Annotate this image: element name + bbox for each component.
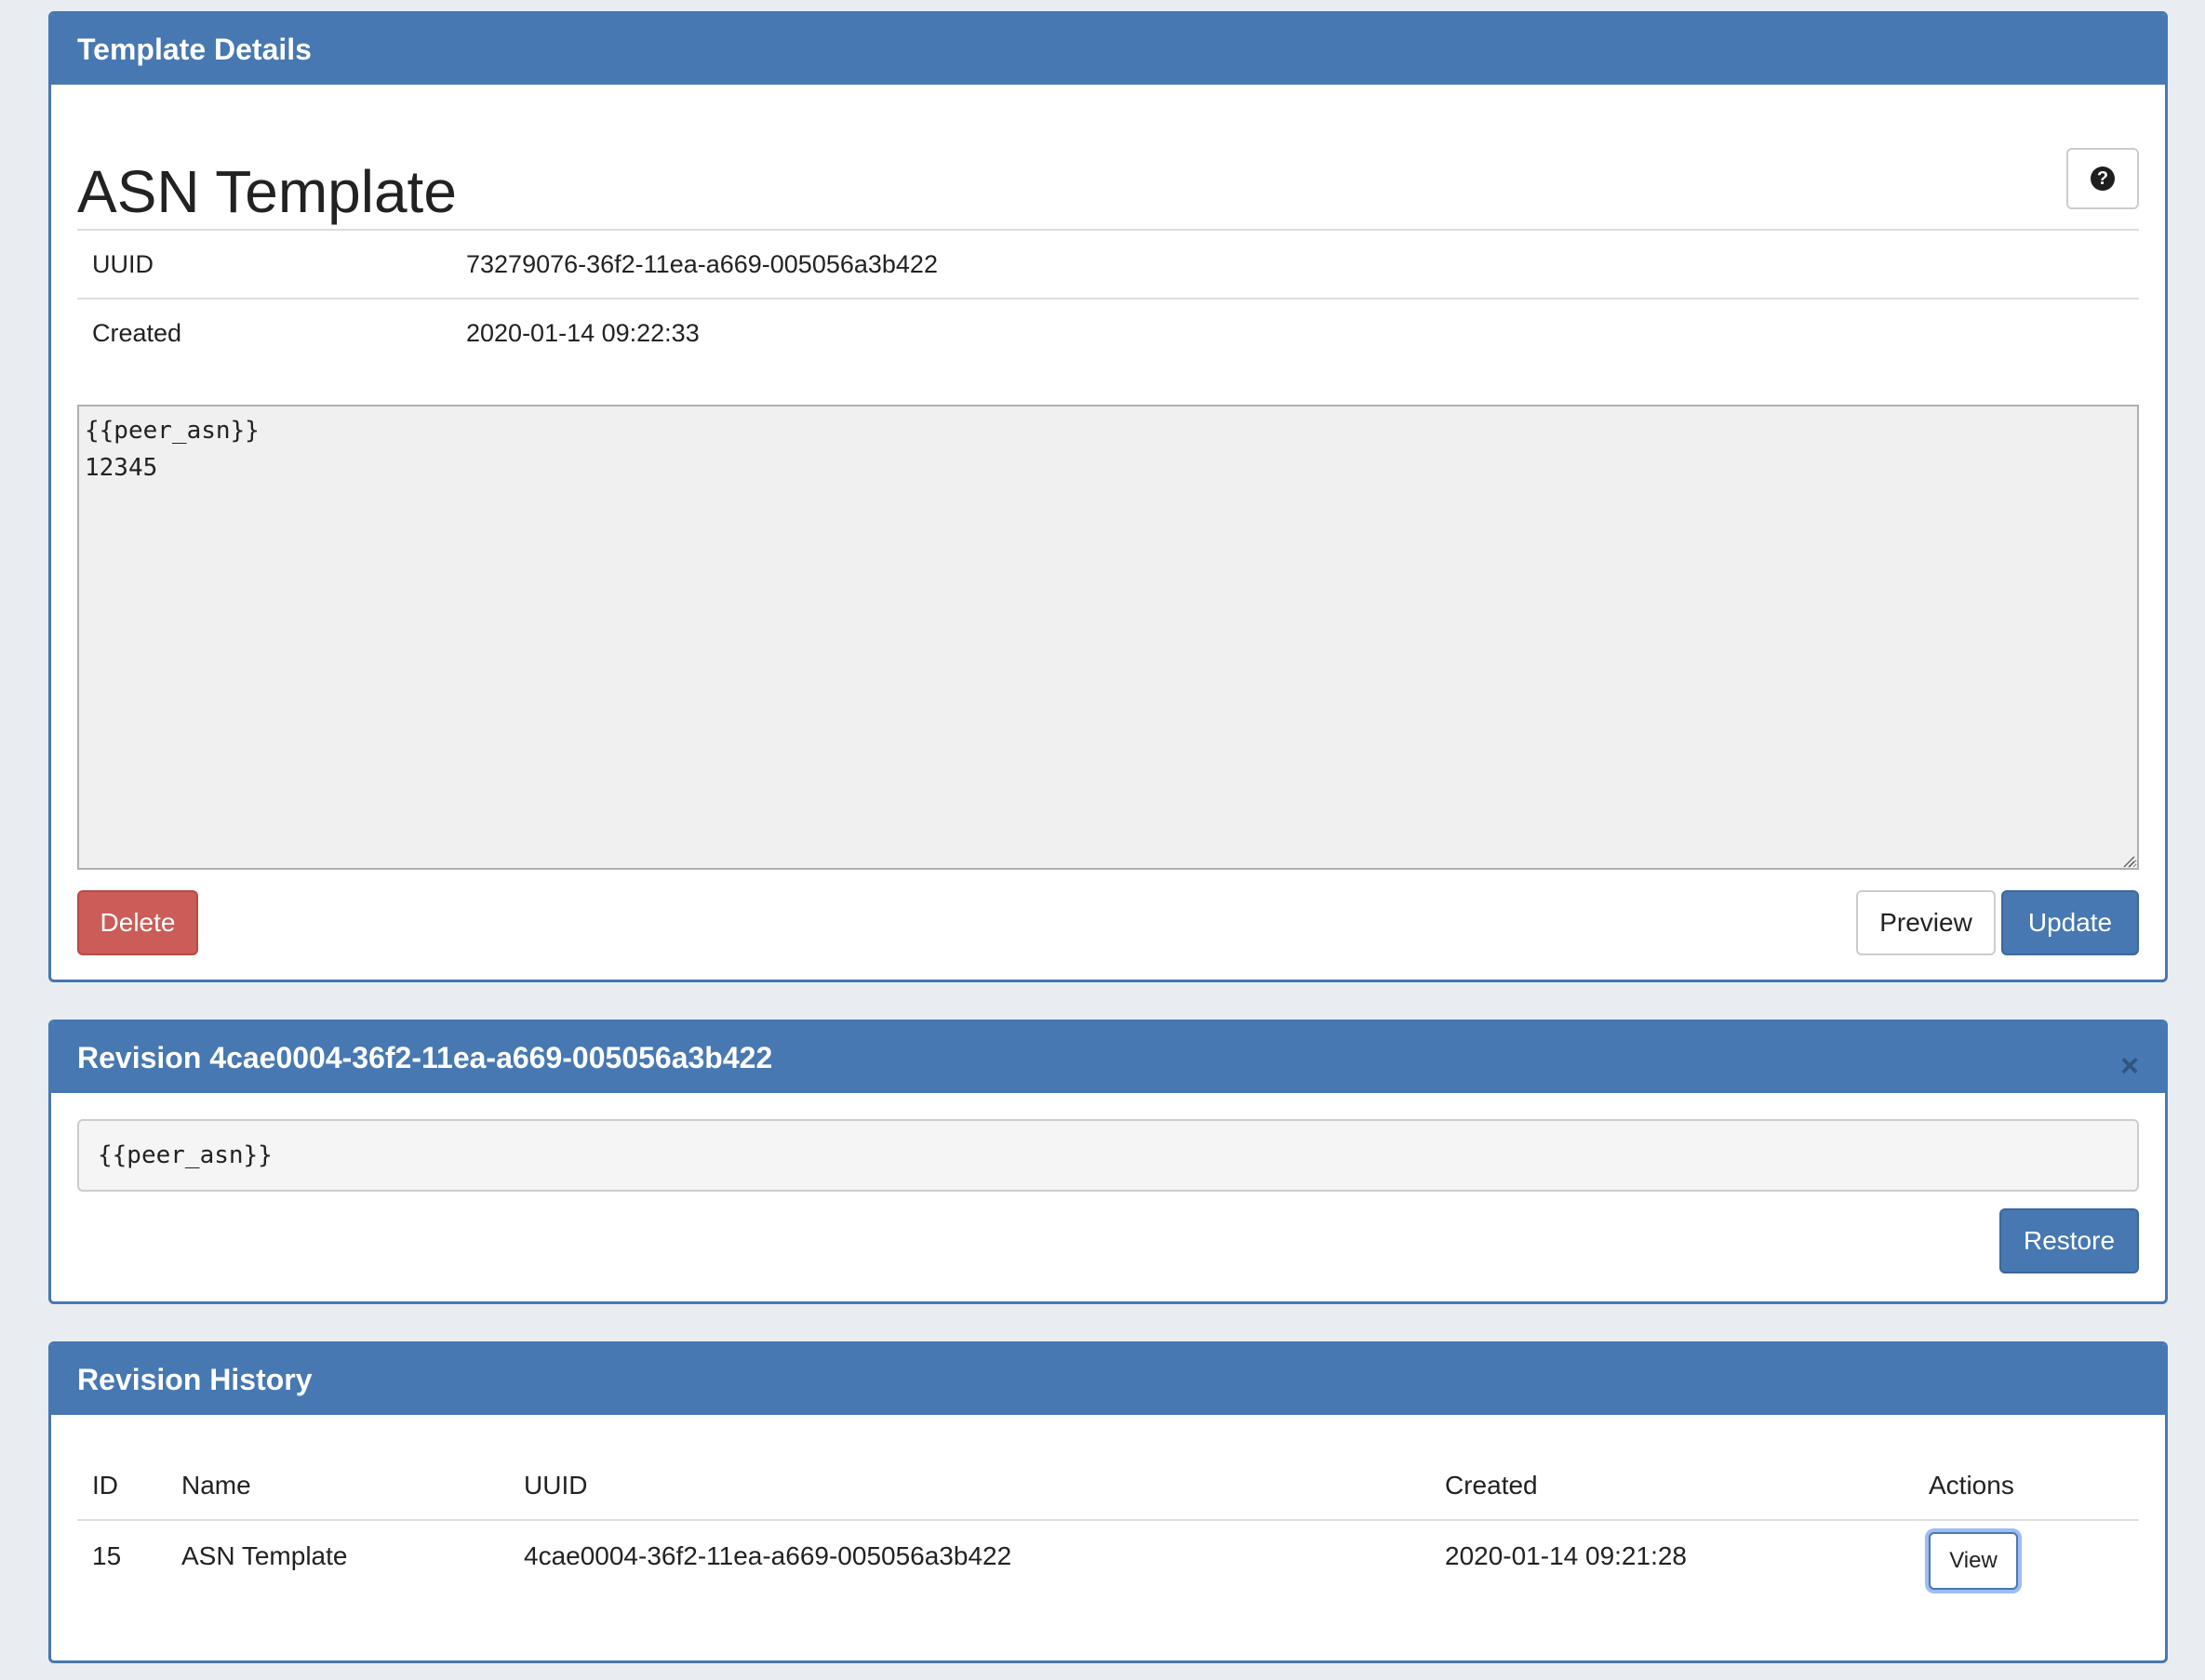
template-details-panel: Template Details ASN Template ? UUID 732… bbox=[48, 11, 2168, 982]
delete-button[interactable]: Delete bbox=[77, 890, 198, 955]
column-header-actions: Actions bbox=[1929, 1471, 2014, 1500]
cell-id: 15 bbox=[92, 1541, 122, 1570]
view-button[interactable]: View bbox=[1929, 1532, 2018, 1590]
table-row: 15 ASN Template 4cae0004-36f2-11ea-a669-… bbox=[77, 1521, 2139, 1592]
cell-name: ASN Template bbox=[181, 1541, 348, 1570]
cell-created: 2020-01-14 09:21:28 bbox=[1445, 1541, 1687, 1570]
revision-header: Revision 4cae0004-36f2-11ea-a669-005056a… bbox=[51, 1022, 2165, 1093]
page-title: ASN Template bbox=[77, 158, 457, 225]
close-icon[interactable]: × bbox=[2120, 1050, 2139, 1082]
revision-title: Revision 4cae0004-36f2-11ea-a669-005056a… bbox=[77, 1040, 773, 1074]
revision-panel: Revision 4cae0004-36f2-11ea-a669-005056a… bbox=[48, 1020, 2168, 1304]
revision-code-block: {{peer_asn}} bbox=[77, 1119, 2139, 1192]
meta-row-created: Created 2020-01-14 09:22:33 bbox=[77, 298, 2139, 367]
help-button[interactable]: ? bbox=[2066, 148, 2139, 209]
column-header-name: Name bbox=[181, 1471, 251, 1500]
cell-uuid: 4cae0004-36f2-11ea-a669-005056a3b422 bbox=[524, 1541, 1012, 1570]
table-header-row: ID Name UUID Created Actions bbox=[77, 1452, 2139, 1521]
revision-history-panel: Revision History ID Name UUID Created Ac… bbox=[48, 1341, 2168, 1663]
meta-label: Created bbox=[92, 318, 182, 347]
template-editor[interactable] bbox=[77, 405, 2139, 870]
meta-row-uuid: UUID 73279076-36f2-11ea-a669-005056a3b42… bbox=[77, 231, 2139, 298]
column-header-id: ID bbox=[92, 1471, 118, 1500]
column-header-created: Created bbox=[1445, 1471, 1538, 1500]
revision-history-table: ID Name UUID Created Actions 15 ASN Temp… bbox=[77, 1452, 2139, 1592]
preview-button[interactable]: Preview bbox=[1856, 890, 1996, 955]
column-header-uuid: UUID bbox=[524, 1471, 588, 1500]
meta-value: 73279076-36f2-11ea-a669-005056a3b422 bbox=[466, 249, 938, 278]
meta-label: UUID bbox=[92, 249, 154, 278]
template-meta-table: UUID 73279076-36f2-11ea-a669-005056a3b42… bbox=[77, 229, 2139, 367]
update-button[interactable]: Update bbox=[2001, 890, 2139, 955]
panel-title: Template Details bbox=[77, 32, 312, 66]
template-details-body: ASN Template ? UUID 73279076-36f2-11ea-a… bbox=[51, 85, 2165, 980]
cell-actions: View bbox=[1929, 1523, 2139, 1590]
template-details-header: Template Details bbox=[51, 14, 2165, 85]
meta-value: 2020-01-14 09:22:33 bbox=[466, 318, 700, 347]
restore-button[interactable]: Restore bbox=[1999, 1208, 2139, 1273]
question-circle-icon: ? bbox=[2091, 167, 2115, 191]
history-title: Revision History bbox=[77, 1362, 313, 1396]
revision-history-header: Revision History bbox=[51, 1344, 2165, 1415]
